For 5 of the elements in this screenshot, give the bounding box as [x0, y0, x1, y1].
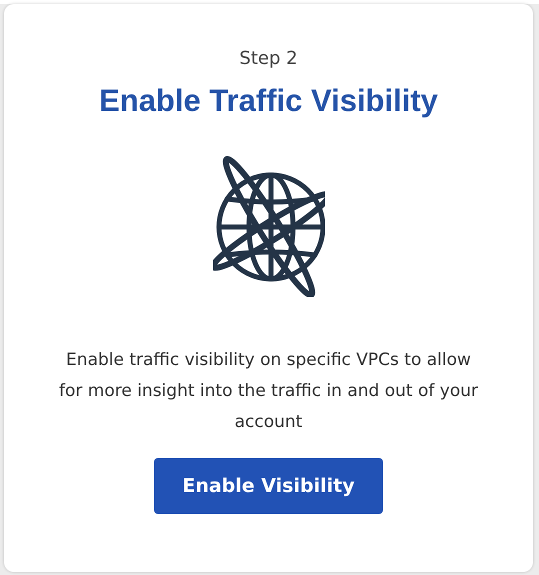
description: Enable traffic visibility on specific VPCs to allow for more insight into the traffic in and out of your account	[58, 349, 478, 434]
step-label: Step 2	[239, 48, 298, 69]
globe-icon	[212, 155, 324, 297]
enable-visibility-button[interactable]: Enable Visibility	[154, 458, 383, 514]
card-title: Enable Traffic Visibility	[99, 83, 438, 119]
